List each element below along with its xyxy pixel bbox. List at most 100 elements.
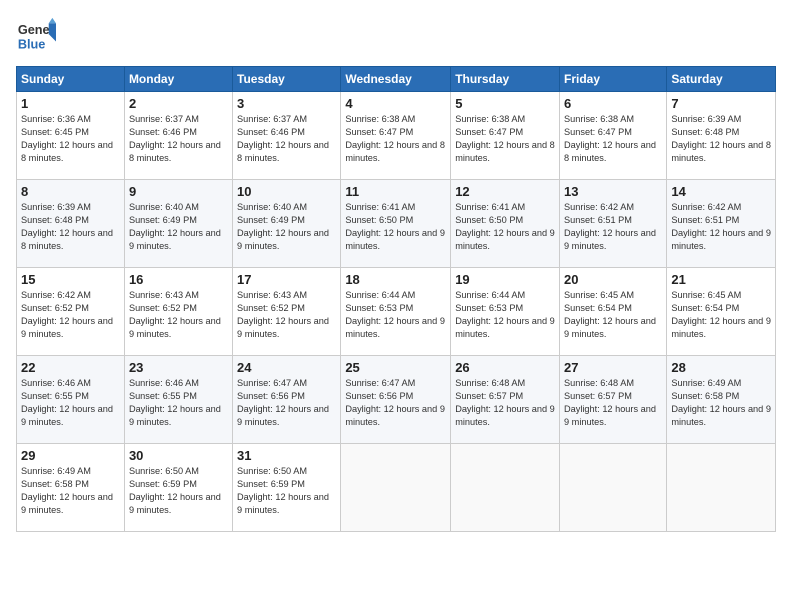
- calendar-cell: 19 Sunrise: 6:44 AMSunset: 6:53 PMDaylig…: [451, 268, 560, 356]
- day-info: Sunrise: 6:38 AMSunset: 6:47 PMDaylight:…: [345, 114, 445, 163]
- weekday-header-sunday: Sunday: [17, 67, 125, 92]
- calendar-cell: 2 Sunrise: 6:37 AMSunset: 6:46 PMDayligh…: [124, 92, 232, 180]
- day-info: Sunrise: 6:48 AMSunset: 6:57 PMDaylight:…: [455, 378, 555, 427]
- calendar-cell: 21 Sunrise: 6:45 AMSunset: 6:54 PMDaylig…: [667, 268, 776, 356]
- day-number: 3: [237, 96, 336, 111]
- day-info: Sunrise: 6:41 AMSunset: 6:50 PMDaylight:…: [345, 202, 445, 251]
- calendar-cell: 25 Sunrise: 6:47 AMSunset: 6:56 PMDaylig…: [341, 356, 451, 444]
- calendar-cell: 1 Sunrise: 6:36 AMSunset: 6:45 PMDayligh…: [17, 92, 125, 180]
- week-row-1: 1 Sunrise: 6:36 AMSunset: 6:45 PMDayligh…: [17, 92, 776, 180]
- calendar-cell: [667, 444, 776, 532]
- calendar-cell: 27 Sunrise: 6:48 AMSunset: 6:57 PMDaylig…: [560, 356, 667, 444]
- calendar-cell: 17 Sunrise: 6:43 AMSunset: 6:52 PMDaylig…: [233, 268, 341, 356]
- week-row-4: 22 Sunrise: 6:46 AMSunset: 6:55 PMDaylig…: [17, 356, 776, 444]
- day-number: 20: [564, 272, 662, 287]
- day-info: Sunrise: 6:45 AMSunset: 6:54 PMDaylight:…: [564, 290, 656, 339]
- day-info: Sunrise: 6:49 AMSunset: 6:58 PMDaylight:…: [671, 378, 771, 427]
- calendar-cell: [451, 444, 560, 532]
- page: General Blue SundayMondayTuesdayWednesda…: [0, 0, 792, 612]
- day-number: 22: [21, 360, 120, 375]
- day-number: 17: [237, 272, 336, 287]
- calendar-cell: 31 Sunrise: 6:50 AMSunset: 6:59 PMDaylig…: [233, 444, 341, 532]
- week-row-5: 29 Sunrise: 6:49 AMSunset: 6:58 PMDaylig…: [17, 444, 776, 532]
- calendar-cell: 7 Sunrise: 6:39 AMSunset: 6:48 PMDayligh…: [667, 92, 776, 180]
- day-number: 28: [671, 360, 771, 375]
- day-number: 19: [455, 272, 555, 287]
- day-info: Sunrise: 6:50 AMSunset: 6:59 PMDaylight:…: [129, 466, 221, 515]
- day-number: 12: [455, 184, 555, 199]
- weekday-header-thursday: Thursday: [451, 67, 560, 92]
- day-number: 10: [237, 184, 336, 199]
- weekday-header-friday: Friday: [560, 67, 667, 92]
- day-number: 4: [345, 96, 446, 111]
- calendar-cell: 8 Sunrise: 6:39 AMSunset: 6:48 PMDayligh…: [17, 180, 125, 268]
- day-info: Sunrise: 6:44 AMSunset: 6:53 PMDaylight:…: [345, 290, 445, 339]
- day-number: 26: [455, 360, 555, 375]
- day-info: Sunrise: 6:49 AMSunset: 6:58 PMDaylight:…: [21, 466, 113, 515]
- calendar-cell: 9 Sunrise: 6:40 AMSunset: 6:49 PMDayligh…: [124, 180, 232, 268]
- calendar-cell: 5 Sunrise: 6:38 AMSunset: 6:47 PMDayligh…: [451, 92, 560, 180]
- calendar-cell: 23 Sunrise: 6:46 AMSunset: 6:55 PMDaylig…: [124, 356, 232, 444]
- day-info: Sunrise: 6:42 AMSunset: 6:51 PMDaylight:…: [564, 202, 656, 251]
- day-info: Sunrise: 6:43 AMSunset: 6:52 PMDaylight:…: [237, 290, 329, 339]
- calendar-cell: 29 Sunrise: 6:49 AMSunset: 6:58 PMDaylig…: [17, 444, 125, 532]
- day-number: 14: [671, 184, 771, 199]
- day-info: Sunrise: 6:38 AMSunset: 6:47 PMDaylight:…: [564, 114, 656, 163]
- day-info: Sunrise: 6:46 AMSunset: 6:55 PMDaylight:…: [129, 378, 221, 427]
- day-number: 16: [129, 272, 228, 287]
- day-number: 31: [237, 448, 336, 463]
- calendar-cell: 16 Sunrise: 6:43 AMSunset: 6:52 PMDaylig…: [124, 268, 232, 356]
- day-number: 23: [129, 360, 228, 375]
- day-number: 27: [564, 360, 662, 375]
- weekday-header-row: SundayMondayTuesdayWednesdayThursdayFrid…: [17, 67, 776, 92]
- day-info: Sunrise: 6:47 AMSunset: 6:56 PMDaylight:…: [237, 378, 329, 427]
- logo-icon: General Blue: [16, 16, 56, 56]
- day-info: Sunrise: 6:36 AMSunset: 6:45 PMDaylight:…: [21, 114, 113, 163]
- calendar-cell: 28 Sunrise: 6:49 AMSunset: 6:58 PMDaylig…: [667, 356, 776, 444]
- day-number: 5: [455, 96, 555, 111]
- calendar-cell: 6 Sunrise: 6:38 AMSunset: 6:47 PMDayligh…: [560, 92, 667, 180]
- day-info: Sunrise: 6:50 AMSunset: 6:59 PMDaylight:…: [237, 466, 329, 515]
- day-info: Sunrise: 6:48 AMSunset: 6:57 PMDaylight:…: [564, 378, 656, 427]
- calendar-cell: 24 Sunrise: 6:47 AMSunset: 6:56 PMDaylig…: [233, 356, 341, 444]
- day-number: 15: [21, 272, 120, 287]
- day-number: 30: [129, 448, 228, 463]
- calendar-cell: 10 Sunrise: 6:40 AMSunset: 6:49 PMDaylig…: [233, 180, 341, 268]
- day-info: Sunrise: 6:38 AMSunset: 6:47 PMDaylight:…: [455, 114, 555, 163]
- calendar-cell: 4 Sunrise: 6:38 AMSunset: 6:47 PMDayligh…: [341, 92, 451, 180]
- day-info: Sunrise: 6:37 AMSunset: 6:46 PMDaylight:…: [237, 114, 329, 163]
- weekday-header-monday: Monday: [124, 67, 232, 92]
- weekday-header-saturday: Saturday: [667, 67, 776, 92]
- day-info: Sunrise: 6:44 AMSunset: 6:53 PMDaylight:…: [455, 290, 555, 339]
- day-info: Sunrise: 6:42 AMSunset: 6:51 PMDaylight:…: [671, 202, 771, 251]
- week-row-2: 8 Sunrise: 6:39 AMSunset: 6:48 PMDayligh…: [17, 180, 776, 268]
- day-info: Sunrise: 6:41 AMSunset: 6:50 PMDaylight:…: [455, 202, 555, 251]
- calendar-cell: 18 Sunrise: 6:44 AMSunset: 6:53 PMDaylig…: [341, 268, 451, 356]
- calendar-cell: 15 Sunrise: 6:42 AMSunset: 6:52 PMDaylig…: [17, 268, 125, 356]
- logo: General Blue: [16, 16, 60, 56]
- calendar-cell: 11 Sunrise: 6:41 AMSunset: 6:50 PMDaylig…: [341, 180, 451, 268]
- calendar-cell: 26 Sunrise: 6:48 AMSunset: 6:57 PMDaylig…: [451, 356, 560, 444]
- calendar-cell: [560, 444, 667, 532]
- weekday-header-wednesday: Wednesday: [341, 67, 451, 92]
- day-number: 7: [671, 96, 771, 111]
- calendar-cell: 30 Sunrise: 6:50 AMSunset: 6:59 PMDaylig…: [124, 444, 232, 532]
- day-number: 11: [345, 184, 446, 199]
- day-number: 1: [21, 96, 120, 111]
- calendar-cell: 22 Sunrise: 6:46 AMSunset: 6:55 PMDaylig…: [17, 356, 125, 444]
- day-info: Sunrise: 6:43 AMSunset: 6:52 PMDaylight:…: [129, 290, 221, 339]
- day-info: Sunrise: 6:42 AMSunset: 6:52 PMDaylight:…: [21, 290, 113, 339]
- day-info: Sunrise: 6:40 AMSunset: 6:49 PMDaylight:…: [237, 202, 329, 251]
- svg-text:Blue: Blue: [18, 37, 46, 52]
- calendar-cell: 3 Sunrise: 6:37 AMSunset: 6:46 PMDayligh…: [233, 92, 341, 180]
- day-info: Sunrise: 6:39 AMSunset: 6:48 PMDaylight:…: [21, 202, 113, 251]
- day-info: Sunrise: 6:45 AMSunset: 6:54 PMDaylight:…: [671, 290, 771, 339]
- day-number: 25: [345, 360, 446, 375]
- day-info: Sunrise: 6:46 AMSunset: 6:55 PMDaylight:…: [21, 378, 113, 427]
- day-info: Sunrise: 6:40 AMSunset: 6:49 PMDaylight:…: [129, 202, 221, 251]
- day-number: 18: [345, 272, 446, 287]
- day-number: 6: [564, 96, 662, 111]
- header: General Blue: [16, 16, 776, 56]
- calendar-cell: 14 Sunrise: 6:42 AMSunset: 6:51 PMDaylig…: [667, 180, 776, 268]
- calendar-cell: 13 Sunrise: 6:42 AMSunset: 6:51 PMDaylig…: [560, 180, 667, 268]
